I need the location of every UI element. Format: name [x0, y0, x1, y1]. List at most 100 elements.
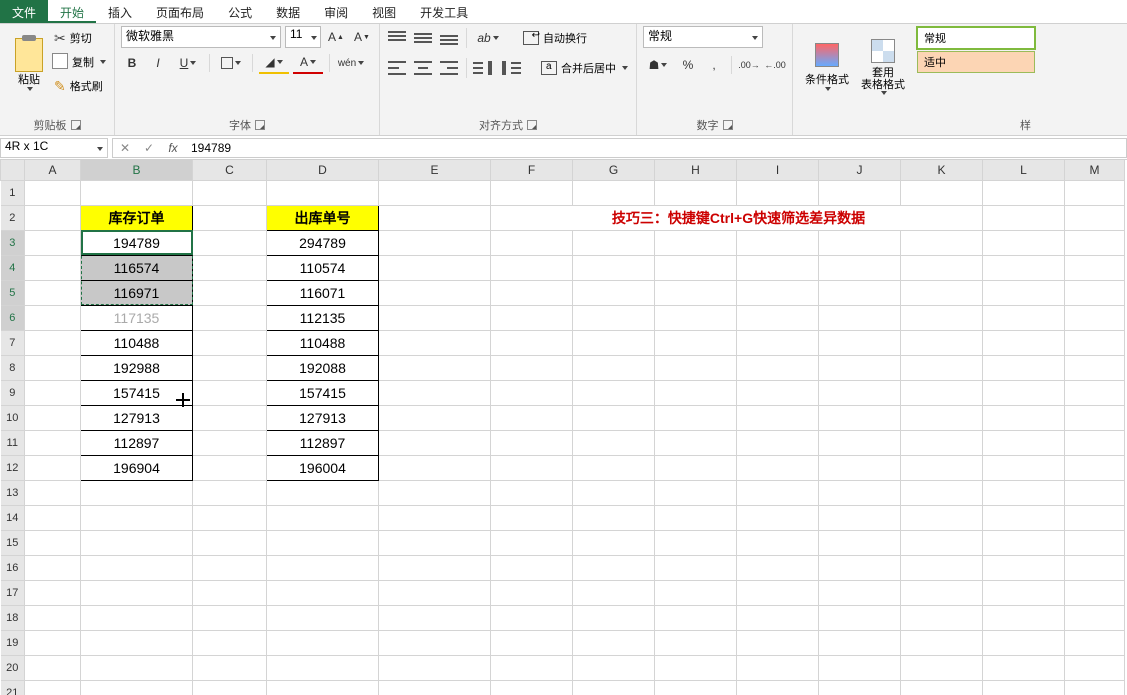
tab-formulas[interactable]: 公式: [216, 0, 264, 23]
cell-D6[interactable]: 112135: [267, 305, 379, 330]
cell-A16[interactable]: [25, 555, 81, 580]
cell-K20[interactable]: [901, 655, 983, 680]
tab-file[interactable]: 文件: [0, 0, 48, 23]
cell-J15[interactable]: [819, 530, 901, 555]
cell-J3[interactable]: [819, 230, 901, 255]
cell-B13[interactable]: [81, 480, 193, 505]
cell-D21[interactable]: [267, 680, 379, 695]
cell-D12[interactable]: 196004: [267, 455, 379, 480]
cell-C16[interactable]: [193, 555, 267, 580]
cell-F1[interactable]: [491, 180, 573, 205]
cell-J18[interactable]: [819, 605, 901, 630]
cell-E11[interactable]: [379, 430, 491, 455]
cell-F6[interactable]: [491, 305, 573, 330]
bold-button[interactable]: B: [121, 52, 143, 74]
cell-G20[interactable]: [573, 655, 655, 680]
comma-button[interactable]: ,: [703, 54, 725, 76]
cell-I18[interactable]: [737, 605, 819, 630]
cell-M8[interactable]: [1065, 355, 1125, 380]
cell-L11[interactable]: [983, 430, 1065, 455]
cell-L16[interactable]: [983, 555, 1065, 580]
cell-E20[interactable]: [379, 655, 491, 680]
cell-E12[interactable]: [379, 455, 491, 480]
cell-F11[interactable]: [491, 430, 573, 455]
cell-A20[interactable]: [25, 655, 81, 680]
column-header-F[interactable]: F: [491, 160, 573, 180]
cell-A21[interactable]: [25, 680, 81, 695]
cell-F12[interactable]: [491, 455, 573, 480]
cell-C19[interactable]: [193, 630, 267, 655]
cell-L15[interactable]: [983, 530, 1065, 555]
cell-B19[interactable]: [81, 630, 193, 655]
increase-indent-button[interactable]: [499, 57, 521, 79]
cell-I3[interactable]: [737, 230, 819, 255]
cell-C11[interactable]: [193, 430, 267, 455]
cell-B17[interactable]: [81, 580, 193, 605]
cell-M13[interactable]: [1065, 480, 1125, 505]
cell-G18[interactable]: [573, 605, 655, 630]
cell-M16[interactable]: [1065, 555, 1125, 580]
cell-style-normal[interactable]: 常规: [917, 27, 1035, 49]
cell-B6[interactable]: 117135: [81, 305, 193, 330]
cell-E21[interactable]: [379, 680, 491, 695]
cell-B12[interactable]: 196904: [81, 455, 193, 480]
cell-J14[interactable]: [819, 505, 901, 530]
cell-G17[interactable]: [573, 580, 655, 605]
cell-E1[interactable]: [379, 180, 491, 205]
border-button[interactable]: [216, 52, 246, 74]
cell-B10[interactable]: 127913: [81, 405, 193, 430]
italic-button[interactable]: I: [147, 52, 169, 74]
cell-M21[interactable]: [1065, 680, 1125, 695]
cell-C20[interactable]: [193, 655, 267, 680]
copy-button[interactable]: 复制: [52, 50, 108, 74]
tab-developer[interactable]: 开发工具: [408, 0, 480, 23]
cell-J20[interactable]: [819, 655, 901, 680]
row-header-5[interactable]: 5: [1, 280, 25, 305]
cell-L19[interactable]: [983, 630, 1065, 655]
cell-J9[interactable]: [819, 380, 901, 405]
cell-A17[interactable]: [25, 580, 81, 605]
cell-F10[interactable]: [491, 405, 573, 430]
font-size-select[interactable]: 11: [285, 26, 321, 48]
cell-A14[interactable]: [25, 505, 81, 530]
cell-H15[interactable]: [655, 530, 737, 555]
cell-A5[interactable]: [25, 280, 81, 305]
cell-I9[interactable]: [737, 380, 819, 405]
insert-function-button[interactable]: fx: [161, 141, 185, 155]
cell-L13[interactable]: [983, 480, 1065, 505]
row-header-1[interactable]: 1: [1, 180, 25, 205]
cell-B8[interactable]: 192988: [81, 355, 193, 380]
cell-G9[interactable]: [573, 380, 655, 405]
table-format-button[interactable]: 套用 表格格式: [855, 26, 911, 104]
cell-H19[interactable]: [655, 630, 737, 655]
formula-input[interactable]: 194789: [185, 141, 231, 155]
cell-L1[interactable]: [983, 180, 1065, 205]
merge-center-button[interactable]: 合并后居中: [539, 56, 630, 80]
align-middle-button[interactable]: [412, 27, 434, 49]
cell-C12[interactable]: [193, 455, 267, 480]
column-header-D[interactable]: D: [267, 160, 379, 180]
cell-L6[interactable]: [983, 305, 1065, 330]
cell-J16[interactable]: [819, 555, 901, 580]
cell-G10[interactable]: [573, 405, 655, 430]
cell-K4[interactable]: [901, 255, 983, 280]
font-name-select[interactable]: 微软雅黑: [121, 26, 281, 48]
cell-D17[interactable]: [267, 580, 379, 605]
cell-C21[interactable]: [193, 680, 267, 695]
cell-L5[interactable]: [983, 280, 1065, 305]
cell-M7[interactable]: [1065, 330, 1125, 355]
cell-I12[interactable]: [737, 455, 819, 480]
cell-E15[interactable]: [379, 530, 491, 555]
cell-G14[interactable]: [573, 505, 655, 530]
cell-I20[interactable]: [737, 655, 819, 680]
column-header-A[interactable]: A: [25, 160, 81, 180]
cell-D2[interactable]: 出库单号: [267, 205, 379, 230]
cell-G12[interactable]: [573, 455, 655, 480]
cell-G1[interactable]: [573, 180, 655, 205]
underline-button[interactable]: U: [173, 52, 203, 74]
cell-I1[interactable]: [737, 180, 819, 205]
cell-K7[interactable]: [901, 330, 983, 355]
cell-J8[interactable]: [819, 355, 901, 380]
cell-L9[interactable]: [983, 380, 1065, 405]
cell-A9[interactable]: [25, 380, 81, 405]
